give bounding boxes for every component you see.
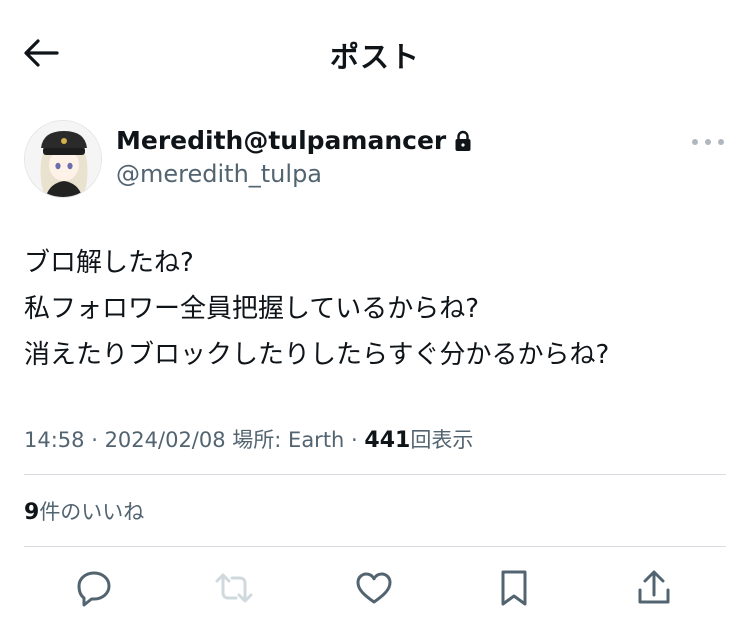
more-options-button[interactable] [692,132,724,152]
avatar-illustration [25,121,101,197]
retweet-button[interactable] [212,566,256,610]
avatar[interactable] [24,120,102,198]
divider [24,474,726,475]
meta-separator: · [344,428,365,452]
tweet-body: ブロ解したね? 私フォロワー全員把握しているからね? 消えたりブロックしたりした… [24,240,726,378]
more-dot [705,139,711,145]
share-button[interactable] [632,566,676,610]
reply-icon [77,571,111,607]
bookmark-button[interactable] [492,566,536,610]
more-dot [692,139,698,145]
views-label: 回表示 [410,428,474,452]
retweet-icon [215,573,253,603]
tweet-location: 場所: Earth [232,428,345,452]
views-count: 441 [364,428,411,453]
page-title: ポスト [329,40,420,74]
action-bar [0,566,750,610]
bookmark-icon [501,570,527,606]
like-button[interactable] [352,566,396,610]
likes-label: 件のいいね [39,500,145,524]
more-dot [718,139,724,145]
tweet-line: 私フォロワー全員把握しているからね? [24,294,480,324]
display-name[interactable]: Meredith@tulpamancer [116,126,446,155]
lock-icon [454,130,472,152]
tweet-line: ブロ解したね? [24,248,194,278]
heart-icon [356,572,392,604]
likes-count: 9 [24,500,40,525]
meta-separator: · [84,428,105,452]
reply-button[interactable] [72,566,116,610]
tweet-author: Meredith@tulpamancer @meredith_tulpa [24,120,726,200]
divider [24,546,726,547]
tweet-line: 消えたりブロックしたりしたらすぐ分かるからね? [24,340,610,370]
tweet-time[interactable]: 14:58 [24,428,85,452]
tweet-meta: 14:58 · 2024/02/08 場所: Earth · 441回表示 [24,424,473,454]
user-handle[interactable]: @meredith_tulpa [116,160,322,188]
likes-summary[interactable]: 9件のいいね [24,496,144,526]
top-bar: ポスト [0,0,750,106]
display-name-row: Meredith@tulpamancer [116,126,472,155]
tweet-date[interactable]: 2024/02/08 [105,428,226,452]
share-icon [638,570,670,604]
